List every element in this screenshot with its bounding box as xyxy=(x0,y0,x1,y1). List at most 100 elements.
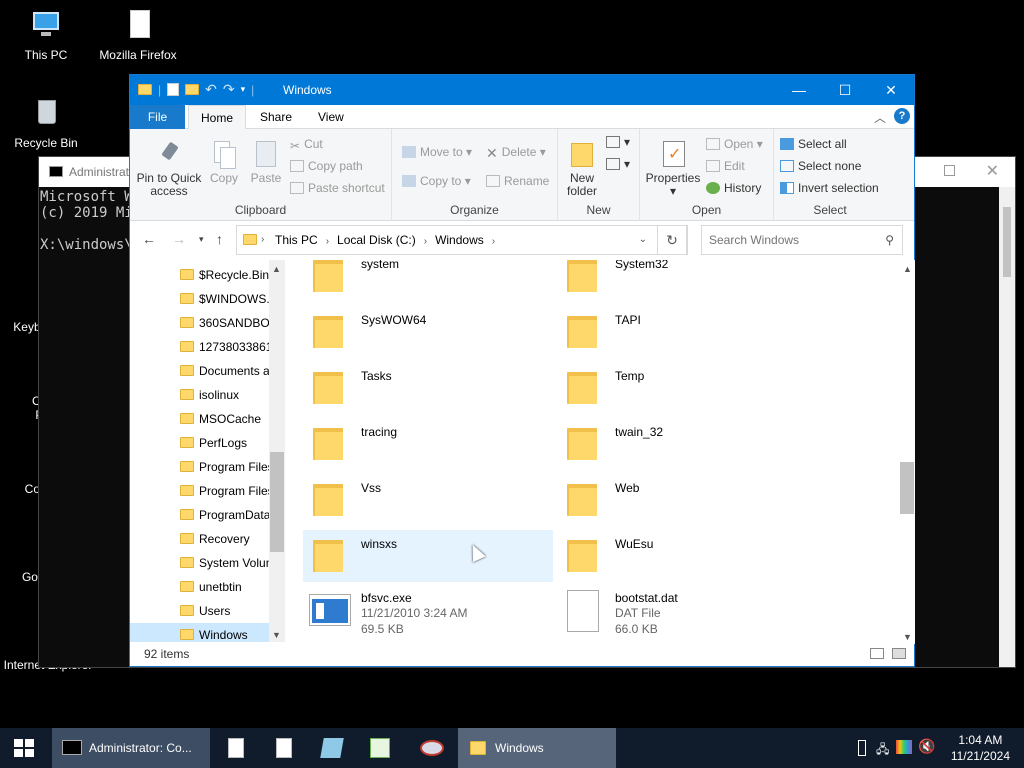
content-scrollbar[interactable]: ▲ ▼ xyxy=(899,260,915,644)
file-item[interactable]: system xyxy=(303,260,553,302)
maximize-button[interactable]: ☐ xyxy=(822,75,868,105)
explorer-window[interactable]: | ↶ ↷ ▾ | Windows — ☐ ✕ File Home Share … xyxy=(129,74,915,667)
nav-item[interactable]: Users xyxy=(130,599,270,623)
scrollbar-thumb[interactable] xyxy=(1003,207,1011,277)
help-icon[interactable]: ? xyxy=(894,108,910,124)
invert-selection-button[interactable]: Invert selection xyxy=(780,181,879,195)
breadcrumb-local-disk[interactable]: Local Disk (C:) xyxy=(337,233,416,247)
taskbar-item-app-3[interactable] xyxy=(314,728,350,768)
customize-qa-icon[interactable]: ▾ xyxy=(241,84,246,95)
file-list[interactable]: system System32 SysWOW64 TAPI Tasks Temp… xyxy=(285,260,915,644)
edit-button[interactable]: Edit xyxy=(706,159,745,173)
new-folder-qa-icon[interactable] xyxy=(185,84,200,95)
scroll-down-icon[interactable]: ▼ xyxy=(903,632,912,642)
move-to-button[interactable]: Move to ▾ xyxy=(402,145,472,159)
select-none-button[interactable]: Select none xyxy=(780,159,861,173)
forward-button[interactable]: → xyxy=(172,231,186,247)
explorer-titlebar[interactable]: | ↶ ↷ ▾ | Windows — ☐ ✕ xyxy=(130,75,914,105)
volume-muted-icon[interactable]: 🔇 xyxy=(918,738,935,755)
file-item[interactable]: Temp xyxy=(557,362,807,414)
properties-button[interactable]: ✓ Properties ▾ xyxy=(644,139,702,198)
nav-item[interactable]: Documents a xyxy=(130,359,270,383)
chevron-down-icon[interactable]: ⌄ xyxy=(639,234,647,245)
nav-item[interactable]: MSOCache xyxy=(130,407,270,431)
tab-file[interactable]: File xyxy=(130,105,185,129)
open-button[interactable]: Open ▾ xyxy=(706,137,763,151)
file-item[interactable]: Vss xyxy=(303,474,553,526)
up-button[interactable]: ↑ xyxy=(216,231,223,247)
taskbar-item-document-2[interactable] xyxy=(266,728,302,768)
nav-item[interactable]: isolinux xyxy=(130,383,270,407)
copy-to-button[interactable]: Copy to ▾ xyxy=(402,174,471,188)
nav-item[interactable]: 12738033861a xyxy=(130,335,270,359)
scroll-down-icon[interactable]: ▼ xyxy=(272,630,281,640)
desktop-icon-this-pc[interactable]: This PC xyxy=(4,8,88,62)
large-icons-view-icon[interactable] xyxy=(892,648,906,659)
nav-item[interactable]: PerfLogs xyxy=(130,431,270,455)
delete-button[interactable]: ✕ Delete ▾ xyxy=(486,145,546,160)
file-item[interactable]: Web xyxy=(557,474,807,526)
collapse-ribbon-icon[interactable]: ︿ xyxy=(874,109,886,126)
paste-button[interactable]: Paste xyxy=(246,139,286,185)
nav-item[interactable]: $Recycle.Bin xyxy=(130,263,270,287)
file-item[interactable]: Tasks xyxy=(303,362,553,414)
file-item[interactable]: twain_32 xyxy=(557,418,807,470)
display-icon[interactable] xyxy=(896,740,912,754)
back-button[interactable]: ← xyxy=(142,231,156,247)
undo-icon[interactable]: ↶ xyxy=(205,81,217,98)
nav-item[interactable]: System Volun xyxy=(130,551,270,575)
scrollbar-thumb[interactable] xyxy=(900,462,914,514)
nav-item[interactable]: ProgramData xyxy=(130,503,270,527)
paste-shortcut-button[interactable]: Paste shortcut xyxy=(290,181,385,195)
taskbar-item-command-prompt[interactable]: Administrator: Co... xyxy=(52,728,210,768)
scrollbar-thumb[interactable] xyxy=(270,452,284,552)
file-item[interactable]: WuEsu xyxy=(557,530,807,582)
tab-share[interactable]: Share xyxy=(248,105,304,129)
scroll-up-icon[interactable]: ▲ xyxy=(272,264,281,274)
recent-locations-button[interactable]: ▾ xyxy=(199,234,204,245)
close-button[interactable]: ✕ xyxy=(868,75,914,105)
navigation-pane[interactable]: $Recycle.Bin $WINDOWS.~ 360SANDBOX 12738… xyxy=(130,260,285,644)
search-input[interactable] xyxy=(709,227,879,253)
file-item[interactable]: bfsvc.exe 11/21/2010 3:24 AM 69.5 KB xyxy=(303,586,553,642)
desktop-icon-firefox[interactable]: Mozilla Firefox xyxy=(96,8,180,62)
desktop-icon-recycle-bin[interactable]: Recycle Bin xyxy=(4,96,88,150)
taskbar-item-document-1[interactable] xyxy=(218,728,254,768)
refresh-button[interactable]: ↻ xyxy=(657,225,687,255)
console-close-button[interactable]: ✕ xyxy=(986,161,999,181)
file-item[interactable]: TAPI xyxy=(557,306,807,358)
file-item[interactable]: tracing xyxy=(303,418,553,470)
new-item-button[interactable]: ▾ xyxy=(606,135,630,149)
properties-qa-icon[interactable] xyxy=(167,83,180,96)
network-error-icon[interactable]: 🖧 xyxy=(876,740,889,761)
copy-button[interactable]: Copy xyxy=(206,139,242,185)
nav-item[interactable]: $WINDOWS.~ xyxy=(130,287,270,311)
breadcrumb-windows[interactable]: Windows xyxy=(435,233,484,247)
nav-item[interactable]: unetbtin xyxy=(130,575,270,599)
usb-device-icon[interactable] xyxy=(858,740,866,756)
tab-view[interactable]: View xyxy=(306,105,356,129)
breadcrumb-this-pc[interactable]: This PC xyxy=(275,233,318,247)
new-folder-button[interactable]: New folder xyxy=(562,139,602,198)
rename-button[interactable]: Rename xyxy=(486,174,549,188)
pin-to-quick-access-button[interactable]: Pin to Quick access xyxy=(136,139,202,198)
nav-item[interactable]: Program Files xyxy=(130,455,270,479)
nav-scrollbar[interactable]: ▲ ▼ xyxy=(269,260,285,644)
file-item-hovered[interactable]: winsxs xyxy=(303,530,553,582)
history-button[interactable]: History xyxy=(706,181,761,195)
details-view-icon[interactable] xyxy=(870,648,884,659)
address-bar[interactable]: › This PC › Local Disk (C:) › Windows › ⌄ xyxy=(236,225,688,255)
nav-item[interactable]: Recovery xyxy=(130,527,270,551)
select-all-button[interactable]: Select all xyxy=(780,137,847,151)
console-scrollbar[interactable] xyxy=(999,187,1015,667)
scroll-up-icon[interactable]: ▲ xyxy=(903,264,912,274)
redo-icon[interactable]: ↷ xyxy=(223,81,235,98)
copy-path-button[interactable]: Copy path xyxy=(290,159,363,173)
cut-button[interactable]: ✂ Cut xyxy=(290,137,323,153)
console-maximize-button[interactable] xyxy=(944,165,955,176)
taskbar-item-app-5[interactable] xyxy=(410,728,454,768)
start-button[interactable] xyxy=(0,728,48,768)
file-item[interactable]: SysWOW64 xyxy=(303,306,553,358)
taskbar-item-app-4[interactable] xyxy=(362,728,398,768)
file-item[interactable]: System32 xyxy=(557,260,807,302)
